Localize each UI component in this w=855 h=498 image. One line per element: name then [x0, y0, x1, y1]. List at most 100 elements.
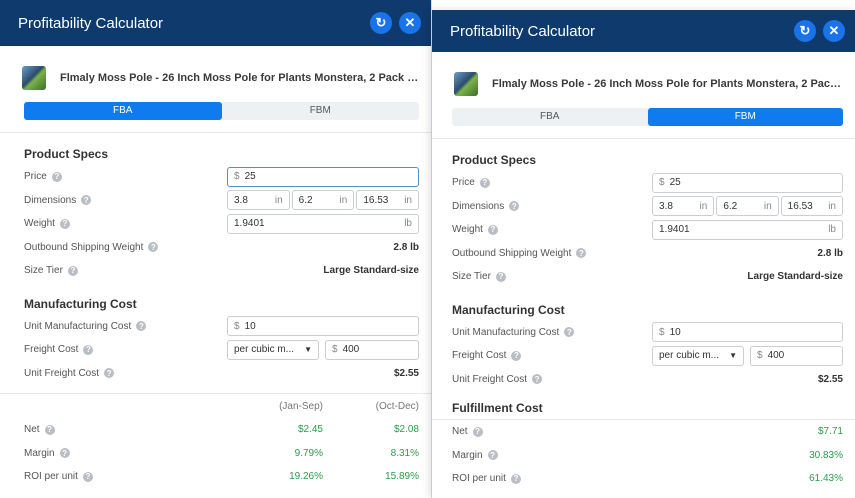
net-row: Net? $7.71 — [452, 420, 843, 444]
tab-fba[interactable]: FBA — [24, 102, 222, 120]
panel-title: Profitability Calculator — [18, 14, 164, 32]
size-tier-label: Size Tier — [24, 265, 63, 277]
size-tier-value: Large Standard-size — [747, 271, 843, 283]
weight-input[interactable]: 1.9401 lb — [227, 213, 419, 234]
margin-jan-sep: 9.79% — [294, 447, 323, 459]
dimensions-row: Dimensions? 3.8 in 6.2 in 16.53 in — [24, 189, 419, 213]
help-icon[interactable]: ? — [510, 473, 521, 484]
length-value: 3.8 — [233, 194, 248, 206]
help-icon[interactable]: ? — [495, 271, 506, 282]
freight-mode-select[interactable]: per cubic m... ▼ — [227, 339, 319, 360]
freight-cost-input[interactable]: $400 — [750, 345, 843, 366]
net-jan-sep: $2.45 — [297, 424, 323, 436]
price-label: Price — [452, 177, 475, 189]
panel-title: Profitability Calculator — [450, 22, 596, 40]
help-icon[interactable]: ? — [67, 265, 78, 276]
margin-oct-dec: 8.31% — [390, 447, 419, 459]
unit-mfg-cost-label: Unit Manufacturing Cost — [452, 326, 560, 338]
results-table: Net? $7.71 Margin? 30.83% ROI per unit? … — [432, 420, 855, 491]
width-input[interactable]: 6.2 in — [291, 190, 355, 211]
help-icon[interactable]: ? — [82, 471, 93, 482]
fulfillment-tabs: FBA FBM — [452, 108, 843, 126]
shipping-weight-value: 2.8 lb — [817, 247, 843, 259]
margin-value: 30.83% — [809, 449, 843, 461]
margin-label: Margin — [452, 449, 483, 461]
help-icon[interactable]: ? — [81, 195, 92, 206]
roi-label: ROI per unit — [24, 471, 78, 483]
freight-cost-input[interactable]: $400 — [325, 339, 419, 360]
help-icon[interactable]: ? — [83, 344, 94, 355]
unit-label: in — [274, 194, 283, 206]
help-icon[interactable]: ? — [51, 171, 62, 182]
help-icon[interactable]: ? — [59, 448, 70, 459]
results-header: (Jan-Sep) (Oct-Dec) — [24, 394, 419, 418]
help-icon[interactable]: ? — [104, 368, 115, 379]
help-icon[interactable]: ? — [576, 248, 587, 259]
help-icon[interactable]: ? — [59, 218, 70, 229]
tab-fbm[interactable]: FBM — [222, 102, 420, 120]
roi-jan-sep: 19.26% — [289, 471, 323, 483]
freight-cost-label: Freight Cost — [24, 344, 79, 356]
price-input[interactable]: $25 — [652, 172, 843, 193]
tab-fba[interactable]: FBA — [452, 108, 648, 126]
column-oct-dec: (Oct-Dec) — [375, 400, 419, 412]
length-input[interactable]: 3.8 in — [652, 196, 715, 217]
freight-mode-select[interactable]: per cubic m... ▼ — [652, 345, 744, 366]
weight-input[interactable]: 1.9401 lb — [652, 219, 843, 240]
help-icon[interactable]: ? — [148, 242, 159, 253]
help-icon[interactable]: ? — [472, 426, 483, 437]
help-icon[interactable]: ? — [136, 321, 147, 332]
help-icon[interactable]: ? — [532, 374, 543, 385]
price-row: Price? $25 — [452, 171, 843, 195]
fulfillment-tabs: FBA FBM — [24, 102, 419, 120]
weight-value: 1.9401 — [659, 224, 690, 236]
unit-mfg-cost-input[interactable]: $10 — [227, 316, 419, 337]
weight-label: Weight — [452, 224, 483, 236]
help-icon[interactable]: ? — [509, 201, 520, 212]
unit-freight-cost-value: $2.55 — [817, 373, 843, 385]
unit-freight-cost-label: Unit Freight Cost — [24, 367, 100, 379]
unit-label: in — [828, 200, 836, 212]
section-title: Product Specs — [24, 147, 109, 161]
section-title: Fulfillment Cost — [452, 401, 543, 415]
help-icon[interactable]: ? — [564, 327, 575, 338]
shipping-weight-row: Outbound Shipping Weight? 2.8 lb — [24, 236, 419, 260]
refresh-icon[interactable]: ↻ — [370, 12, 392, 34]
unit-label: in — [339, 194, 348, 206]
section-title: Manufacturing Cost — [24, 296, 137, 311]
weight-value: 1.9401 — [234, 218, 265, 230]
freight-cost-row: Freight Cost? per cubic m... ▼ $400 — [24, 338, 419, 362]
chevron-down-icon: ▼ — [304, 345, 312, 355]
product-thumbnail — [454, 72, 478, 96]
close-icon[interactable]: ✕ — [823, 20, 845, 42]
weight-label: Weight — [24, 218, 55, 230]
length-input[interactable]: 3.8 in — [226, 190, 290, 211]
product-specs-section: Product Specs Price? $25 Dimensions? 3.8… — [0, 147, 431, 385]
width-input[interactable]: 6.2 in — [716, 196, 779, 217]
refresh-icon[interactable]: ↻ — [794, 20, 816, 42]
help-icon[interactable]: ? — [479, 177, 490, 188]
height-input[interactable]: 16.53 in — [780, 196, 843, 217]
margin-row: Margin? 30.83% — [452, 444, 843, 468]
product-name: Flmaly Moss Pole - 26 Inch Moss Pole for… — [492, 78, 843, 90]
shipping-weight-label: Outbound Shipping Weight — [452, 247, 572, 259]
price-input[interactable]: $25 — [227, 166, 419, 187]
unit-mfg-cost-value: 10 — [244, 320, 256, 332]
price-value: 25 — [244, 171, 256, 183]
close-icon[interactable]: ✕ — [399, 12, 421, 34]
dimensions-row: Dimensions? 3.8 in 6.2 in 16.53 in — [452, 195, 843, 219]
product-row: Flmaly Moss Pole - 26 Inch Moss Pole for… — [0, 46, 431, 96]
help-icon[interactable]: ? — [487, 450, 498, 461]
product-thumbnail — [22, 66, 46, 90]
help-icon[interactable]: ? — [44, 424, 55, 435]
help-icon[interactable]: ? — [487, 224, 498, 235]
roi-oct-dec: 15.89% — [385, 471, 419, 483]
height-value: 16.53 — [787, 200, 813, 212]
column-jan-sep: (Jan-Sep) — [279, 400, 323, 412]
help-icon[interactable]: ? — [511, 350, 522, 361]
unit-mfg-cost-input[interactable]: $10 — [652, 322, 843, 343]
height-input[interactable]: 16.53 in — [356, 190, 419, 211]
currency-symbol: $ — [659, 177, 665, 189]
chevron-down-icon: ▼ — [729, 351, 737, 361]
tab-fbm[interactable]: FBM — [647, 108, 843, 126]
